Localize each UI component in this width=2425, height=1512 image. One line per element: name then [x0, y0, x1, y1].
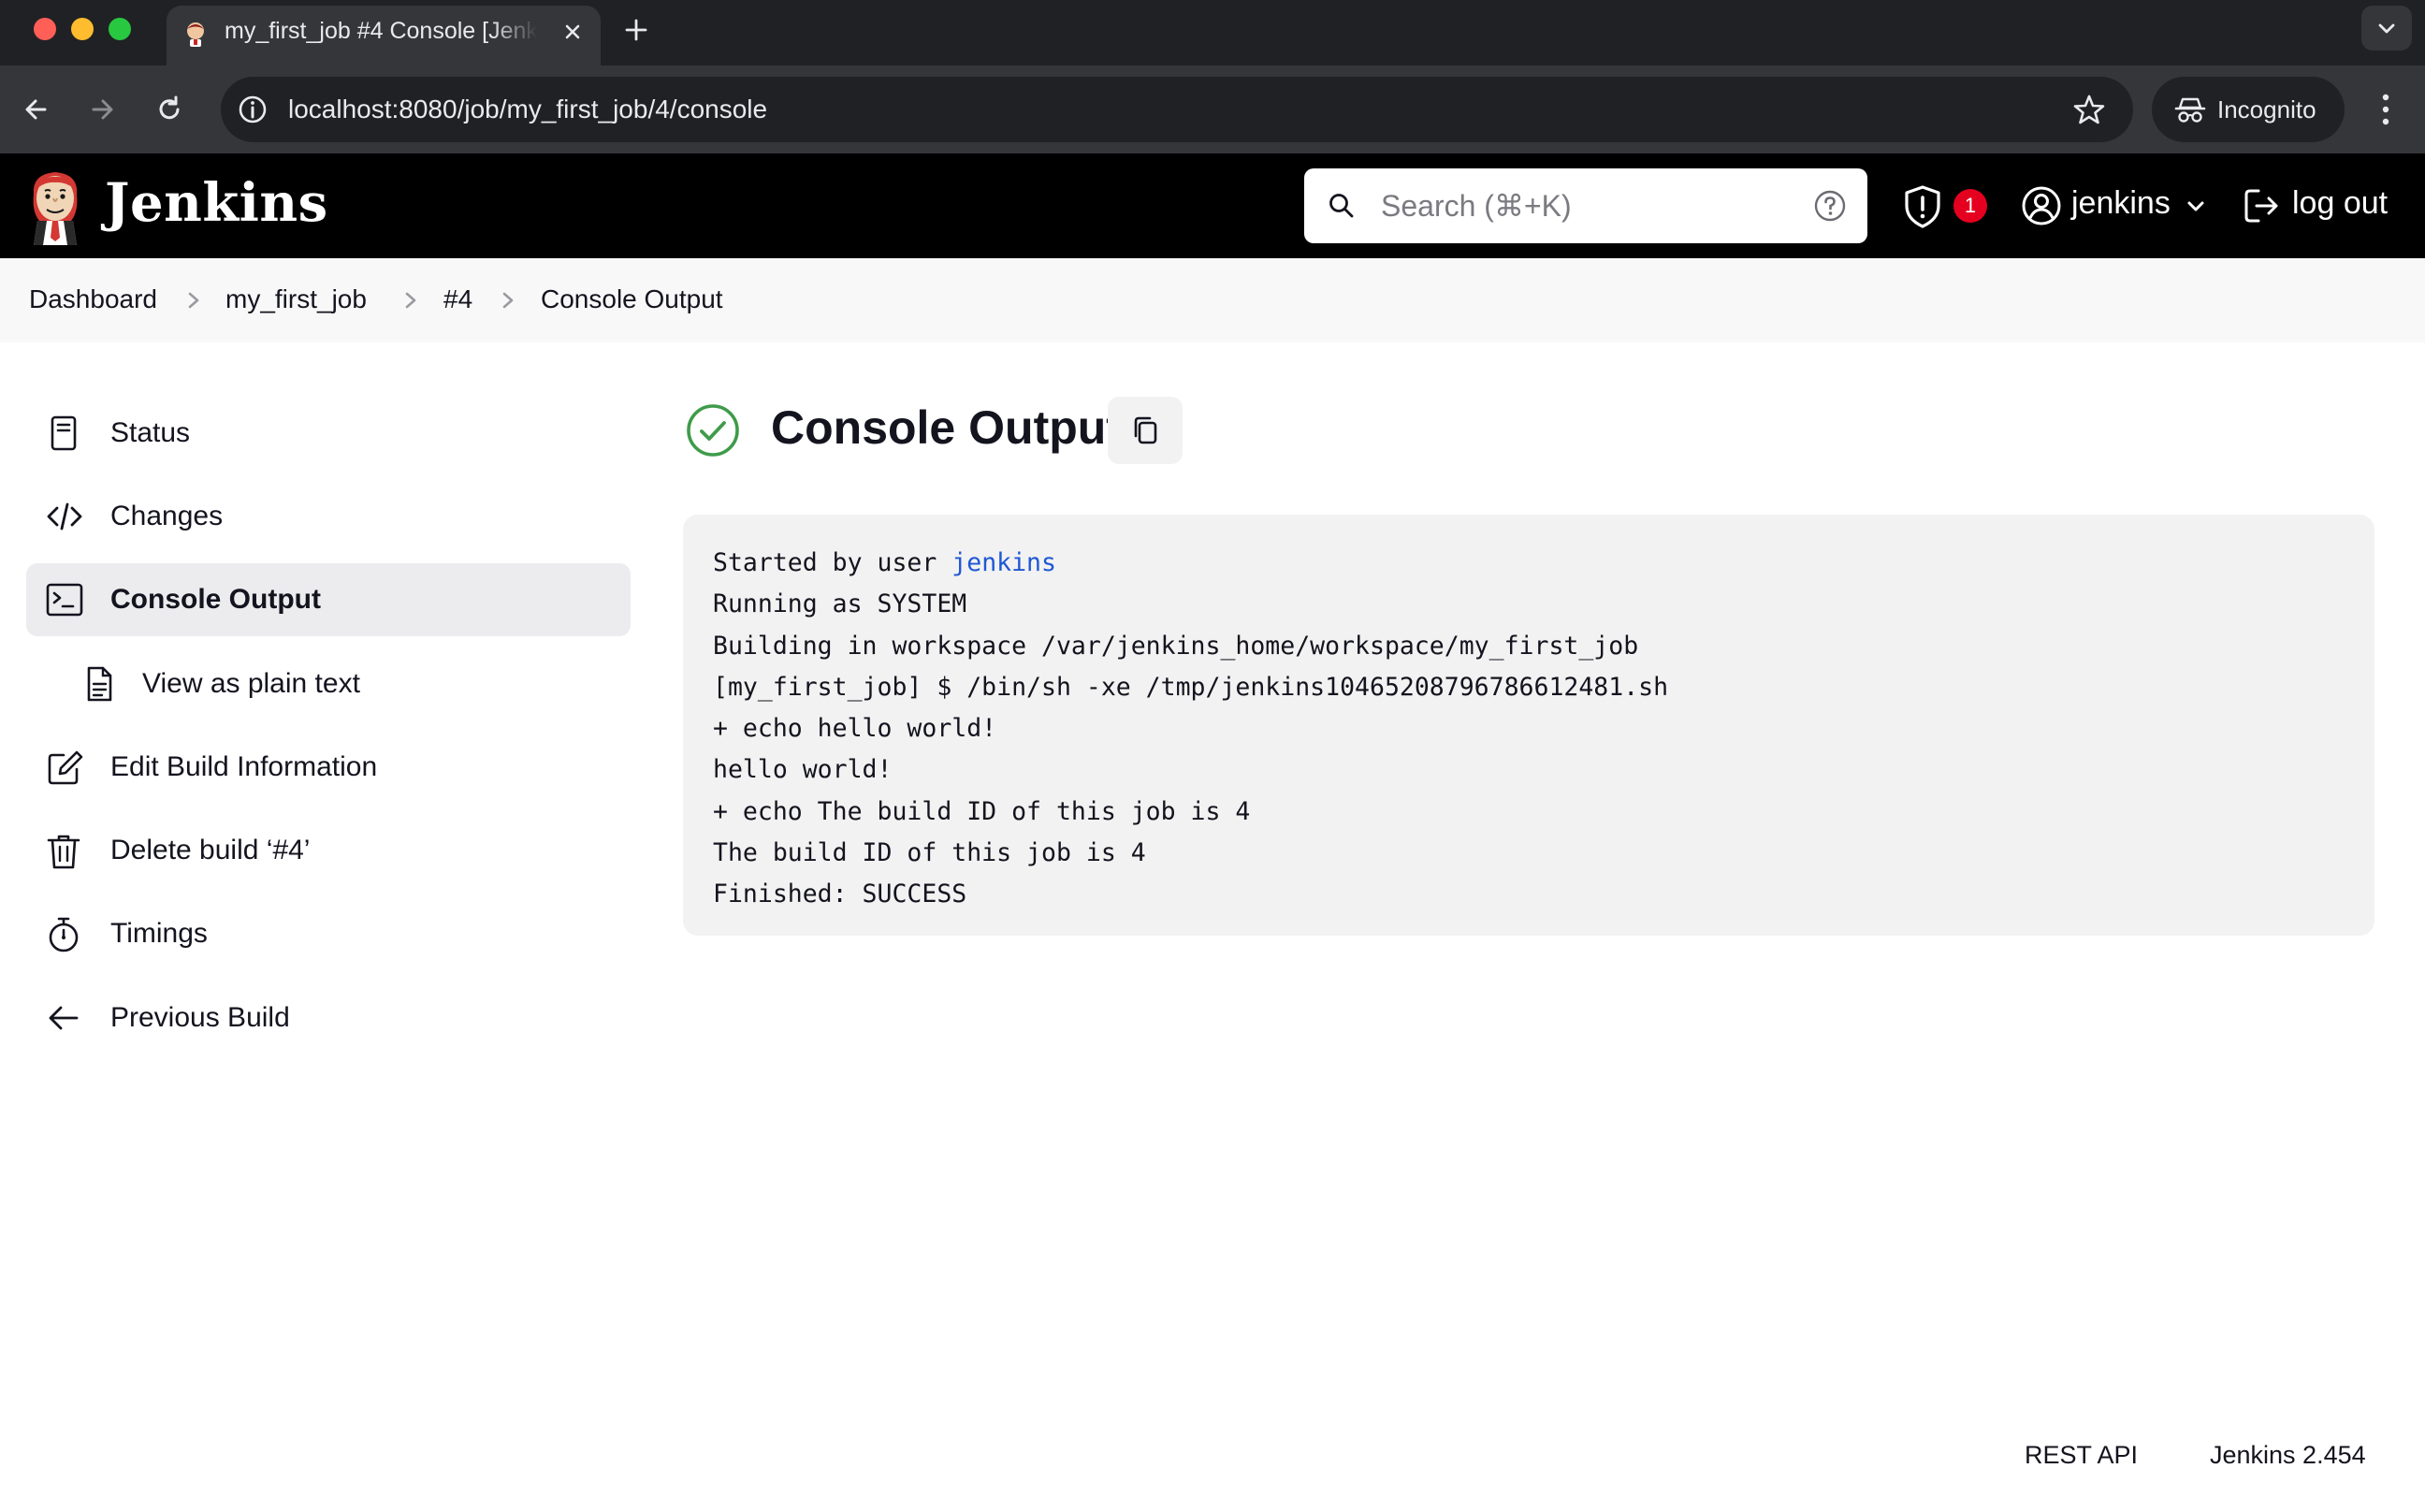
sidebar-item-delete-build[interactable]: Delete build ‘#4’	[26, 814, 631, 887]
url-text[interactable]: localhost:8080/job/my_first_job/4/consol…	[288, 94, 767, 124]
sidebar-item-status[interactable]: Status	[26, 397, 631, 470]
bookmark-star-icon[interactable]	[2071, 92, 2107, 127]
sidebar-item-label: Edit Build Information	[110, 751, 378, 782]
terminal-icon	[46, 583, 83, 617]
chevron-right-icon	[405, 292, 416, 309]
security-count-badge[interactable]: 1	[1953, 189, 1987, 223]
forward-arrow-icon[interactable]	[82, 90, 122, 129]
chevron-down-icon	[2378, 23, 2395, 34]
window-minimize-button[interactable]	[71, 18, 94, 40]
chevron-right-icon	[188, 292, 199, 309]
browser-tab-active[interactable]: my_first_job #4 Console [Jenkins]	[167, 6, 601, 65]
browser-tab-bar: my_first_job #4 Console [Jenkins]	[0, 0, 2425, 65]
sidebar-item-edit-build-information[interactable]: Edit Build Information	[26, 731, 631, 804]
sidebar-item-console-output[interactable]: Console Output	[26, 563, 631, 636]
chevron-right-icon	[502, 292, 514, 309]
logout-icon[interactable]	[2242, 185, 2281, 226]
copy-button[interactable]	[1108, 397, 1183, 464]
new-tab-plus-icon[interactable]	[619, 13, 653, 47]
page-title: Console Output	[771, 401, 1122, 454]
copy-icon	[1134, 416, 1157, 444]
user-avatar-icon[interactable]	[2021, 185, 2062, 226]
logout-link[interactable]: log out	[2292, 185, 2388, 222]
incognito-indicator[interactable]: Incognito	[2152, 77, 2345, 142]
user-name-link[interactable]: jenkins	[2071, 185, 2171, 222]
reload-icon[interactable]	[150, 90, 189, 129]
breadcrumb-current[interactable]: Console Output	[541, 284, 723, 314]
sidebar-item-label: Delete build ‘#4’	[110, 835, 311, 865]
sidebar-item-view-plain-text[interactable]: View as plain text	[26, 647, 631, 720]
jenkins-favicon-icon	[187, 22, 204, 47]
sidebar-item-label: Timings	[110, 918, 208, 949]
security-shield-icon[interactable]	[1901, 183, 1944, 230]
sidebar-item-label: Status	[110, 417, 191, 448]
address-bar[interactable]: localhost:8080/job/my_first_job/4/consol…	[221, 77, 2133, 142]
breadcrumb-job[interactable]: my_first_job	[225, 284, 367, 314]
arrow-left-icon	[49, 1006, 79, 1030]
help-icon[interactable]	[1813, 189, 1847, 223]
jenkins-logo-icon[interactable]	[24, 167, 86, 245]
sidebar-item-previous-build[interactable]: Previous Build	[26, 981, 631, 1054]
edit-icon	[48, 750, 83, 785]
breadcrumb: Dashboard my_first_job #4 Console Output	[0, 258, 2425, 342]
breadcrumb-dashboard[interactable]: Dashboard	[29, 284, 157, 314]
console-line: Finished: SUCCESS	[713, 880, 967, 909]
console-output: Started by user jenkins Running as SYSTE…	[683, 515, 2374, 936]
console-line: Building in workspace /var/jenkins_home/…	[713, 631, 1639, 661]
sidebar-item-label: Previous Build	[110, 1002, 290, 1033]
console-line: Started by user jenkins	[713, 543, 2345, 584]
console-line: The build ID of this job is 4	[713, 838, 1146, 868]
console-line: [my_first_job] $ /bin/sh -xe /tmp/jenkin…	[713, 672, 1669, 702]
console-text: Started by user	[713, 548, 952, 577]
jenkins-header: Jenkins 1 jenkins log out	[0, 153, 2425, 258]
tab-title: my_first_job #4 Console [Jenkins]	[225, 18, 537, 44]
jenkins-brand-name[interactable]: Jenkins	[105, 172, 328, 234]
tab-search-button[interactable]	[2361, 6, 2412, 51]
chevron-down-icon[interactable]	[2182, 193, 2210, 221]
console-line: Running as SYSTEM	[713, 589, 967, 619]
site-info-icon[interactable]	[236, 93, 269, 126]
browser-toolbar: localhost:8080/job/my_first_job/4/consol…	[0, 65, 2425, 153]
browser-menu-icon[interactable]	[2367, 88, 2404, 131]
sidebar-item-label: View as plain text	[142, 668, 360, 699]
document-icon	[87, 666, 112, 702]
sidebar-item-label: Console Output	[110, 584, 321, 615]
console-line: + echo hello world!	[713, 714, 997, 744]
trash-icon	[47, 835, 80, 869]
search-icon	[1329, 194, 1354, 218]
window-close-button[interactable]	[34, 18, 56, 40]
code-icon	[47, 502, 82, 531]
success-check-icon	[687, 404, 739, 457]
incognito-icon	[2174, 97, 2206, 123]
incognito-label: Incognito	[2217, 95, 2316, 124]
console-line: hello world!	[713, 755, 893, 785]
window-zoom-button[interactable]	[109, 18, 131, 40]
sidebar-item-timings[interactable]: Timings	[26, 897, 631, 970]
status-document-icon	[51, 415, 77, 451]
back-arrow-icon[interactable]	[17, 90, 56, 129]
stopwatch-icon	[49, 917, 79, 952]
jenkins-version-link[interactable]: Jenkins 2.454	[2210, 1441, 2366, 1470]
search-box[interactable]	[1304, 168, 1867, 243]
sidebar-item-changes[interactable]: Changes	[26, 480, 631, 553]
rest-api-link[interactable]: REST API	[2025, 1441, 2138, 1470]
sidebar-item-label: Changes	[110, 501, 224, 531]
console-user-link[interactable]: jenkins	[951, 548, 1056, 577]
search-input[interactable]	[1381, 182, 1793, 230]
breadcrumb-build[interactable]: #4	[443, 284, 472, 314]
close-tab-icon[interactable]	[558, 17, 588, 47]
console-line: + echo The build ID of this job is 4	[713, 796, 1251, 826]
